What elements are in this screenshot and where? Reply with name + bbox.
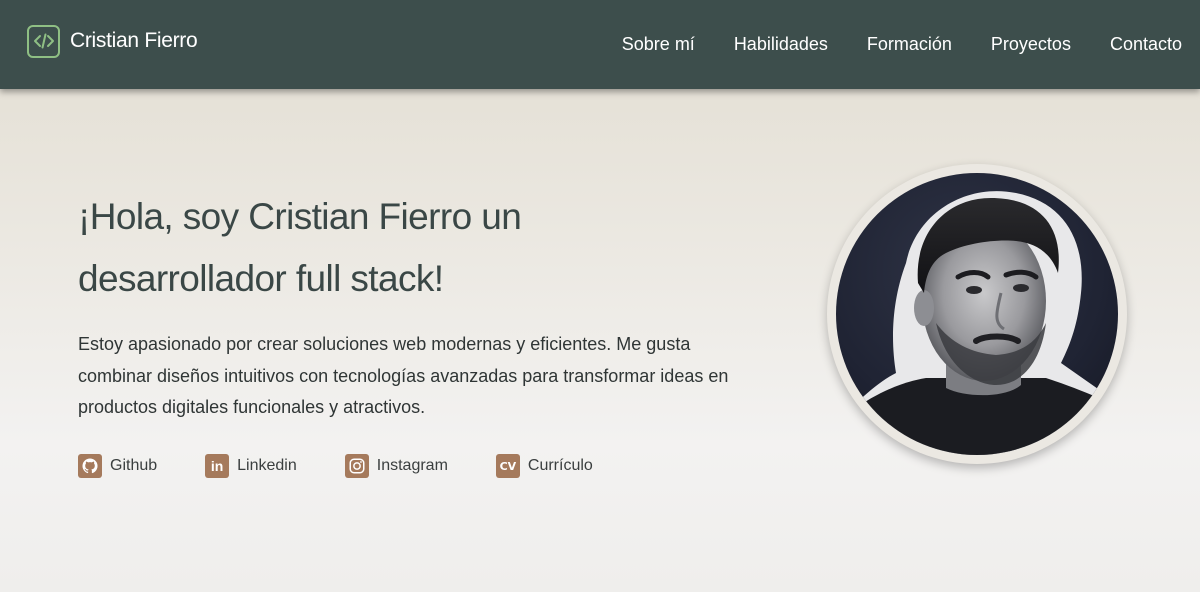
social-label-linkedin: Linkedin (237, 457, 297, 474)
brand-name: Cristian Fierro (70, 29, 198, 52)
social-link-linkedin[interactable]: in Linkedin (205, 454, 297, 478)
github-icon (78, 454, 102, 478)
social-label-github: Github (110, 457, 158, 474)
social-link-curriculum[interactable]: CV Currículo (495, 454, 593, 478)
cv-icon: CV (495, 454, 520, 478)
social-label-curriculum: Currículo (527, 457, 593, 474)
profile-photo (836, 173, 1118, 455)
site-header: Cristian Fierro Sobre mí Habilidades For… (0, 0, 1200, 89)
linkedin-icon: in (205, 454, 230, 478)
hero-title-line-2: desarrollador full stack! (78, 258, 444, 299)
nav-item-proyectos[interactable]: Proyectos (991, 30, 1071, 58)
nav-item-habilidades[interactable]: Habilidades (734, 30, 828, 58)
instagram-icon (344, 454, 369, 478)
hero-description: Estoy apasionado por crear soluciones we… (78, 334, 729, 417)
social-links: Github in Linkedin Instagram CV Currícul… (78, 454, 593, 478)
nav-item-contacto[interactable]: Contacto (1110, 30, 1182, 58)
social-link-instagram[interactable]: Instagram (344, 454, 448, 478)
hero-title-line-1: ¡Hola, soy Cristian Fierro un (78, 196, 522, 237)
nav-item-sobre-mi[interactable]: Sobre mí (622, 30, 695, 58)
nav-item-formacion[interactable]: Formación (867, 30, 952, 58)
code-icon (27, 24, 60, 58)
brand-logo[interactable]: Cristian Fierro (27, 24, 198, 58)
hero-title: ¡Hola, soy Cristian Fierro un desarrolla… (78, 186, 698, 310)
profile-photo-frame (827, 164, 1127, 464)
social-link-github[interactable]: Github (78, 454, 157, 478)
main-nav: Sobre mí Habilidades Formación Proyectos… (622, 30, 1182, 58)
social-label-instagram: Instagram (376, 457, 448, 474)
